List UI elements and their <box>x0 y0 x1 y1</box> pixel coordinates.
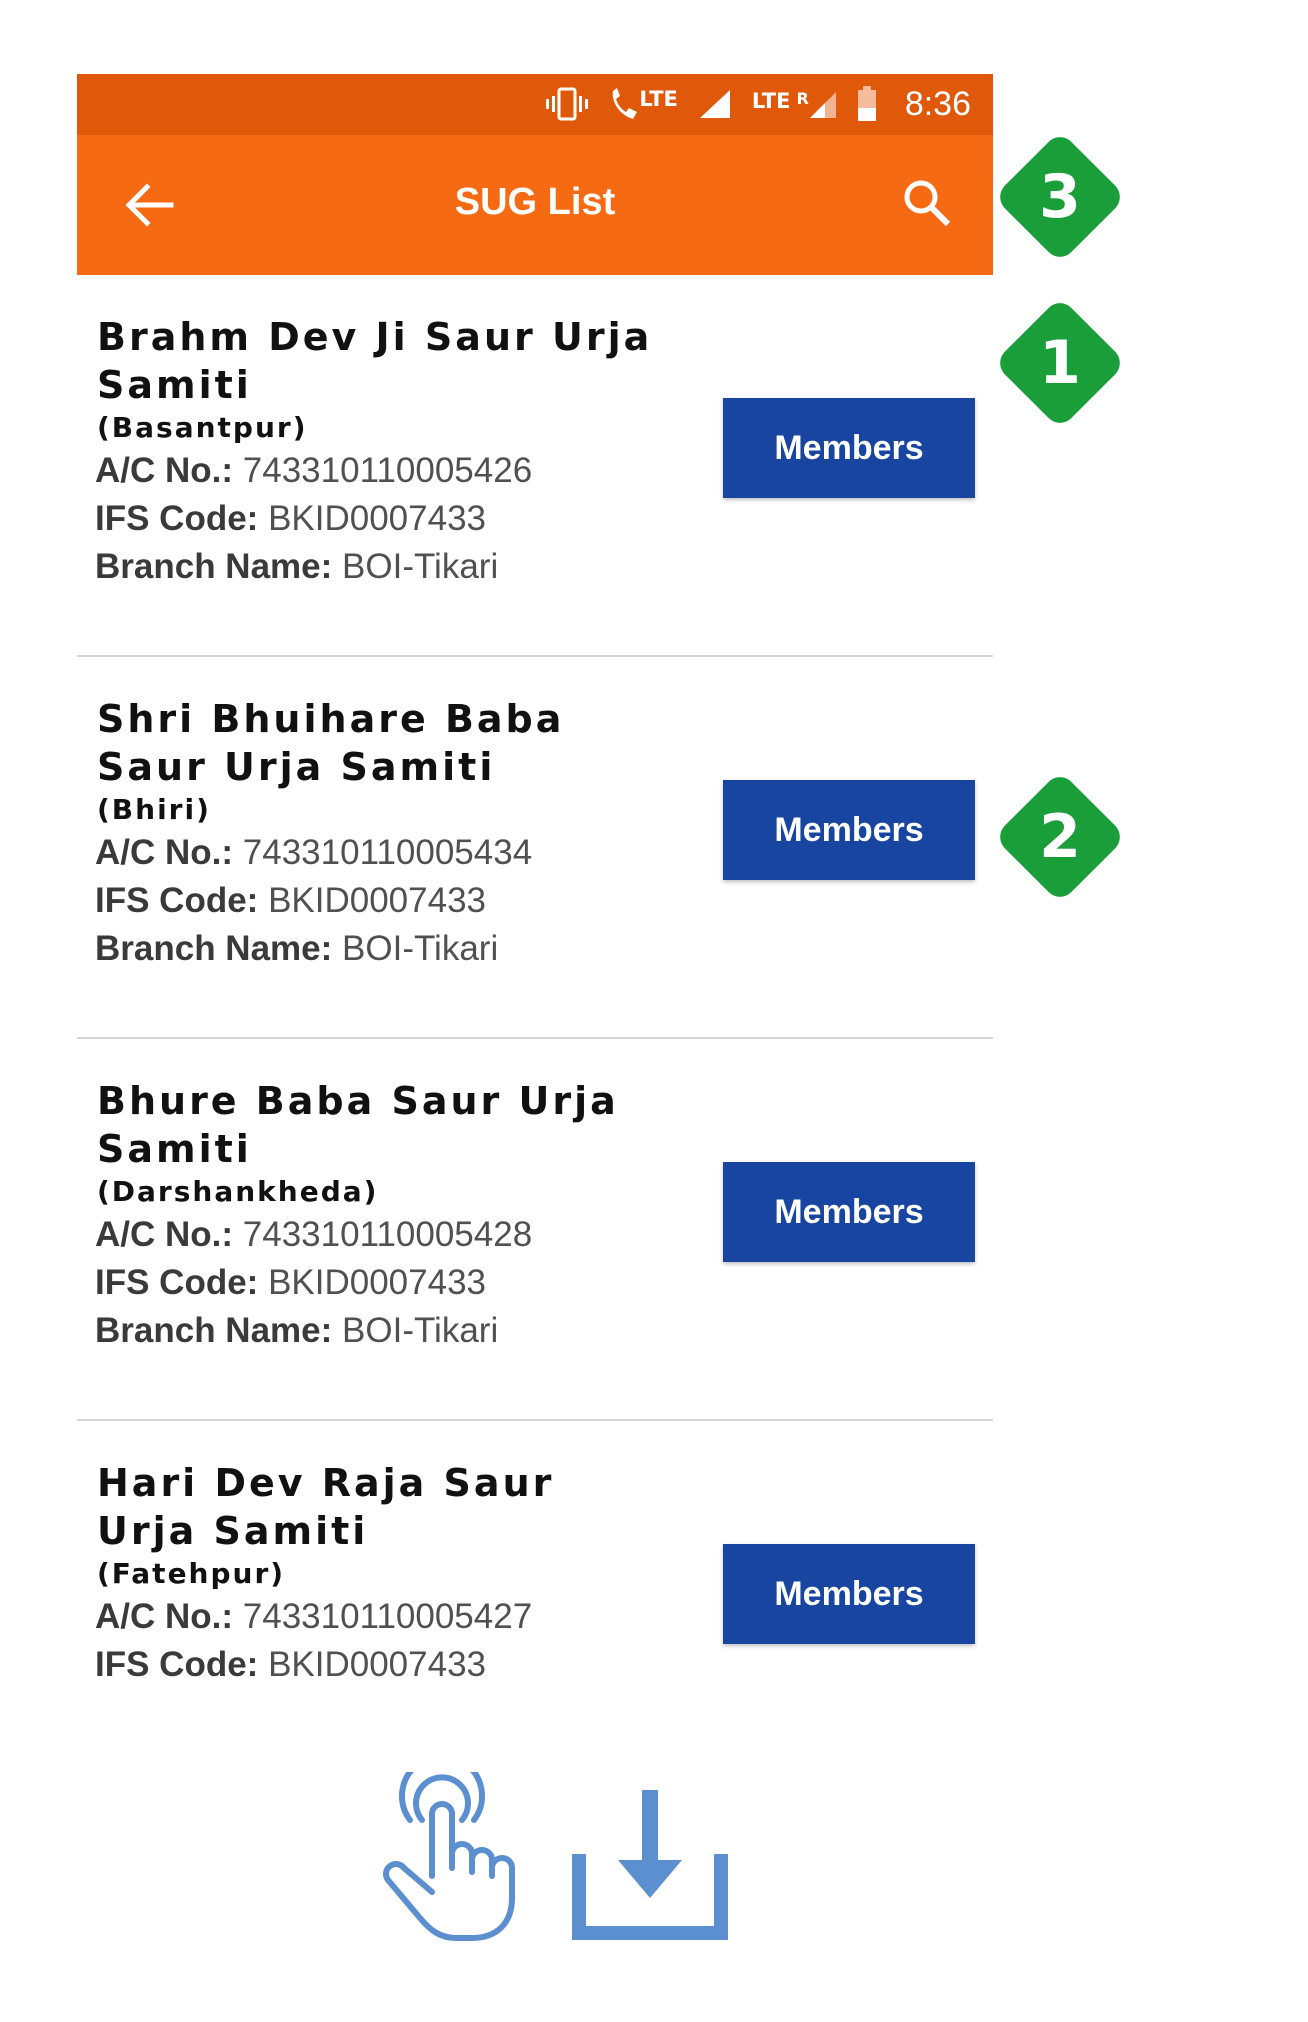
network-type-1: LTE <box>639 87 678 111</box>
branch-name: Branch Name: BOI-Tikari <box>95 547 499 586</box>
callout-badge-2: 2 <box>980 757 1140 917</box>
village-name: (Fatehpur) <box>97 1557 286 1590</box>
search-icon[interactable] <box>901 177 953 229</box>
list-item: Brahm Dev Ji Saur Urja Samiti (Basantpur… <box>77 275 993 657</box>
page-title: SUG List <box>454 181 616 223</box>
signal-roaming-icon: LTE R <box>752 89 837 119</box>
village-name: (Bhiri) <box>97 793 211 826</box>
members-button[interactable]: Members <box>723 1544 975 1644</box>
village-name: (Darshankheda) <box>97 1175 379 1208</box>
ifs-code: IFS Code: BKID0007433 <box>95 1263 487 1302</box>
touch-icon <box>383 1772 515 1941</box>
members-button[interactable]: Members <box>723 780 975 880</box>
ifs-code: IFS Code: BKID0007433 <box>95 499 487 538</box>
group-name: Brahm Dev Ji Saur Urja Samiti <box>97 315 653 407</box>
callout-badge-1: 1 <box>980 283 1140 443</box>
group-name: Bhure Baba Saur Urja Samiti <box>97 1079 619 1171</box>
download-icon[interactable] <box>572 1790 728 1940</box>
ifs-code: IFS Code: BKID0007433 <box>95 1645 487 1684</box>
volte-call-icon: LTE <box>609 87 678 121</box>
clock: 8:36 <box>904 84 971 123</box>
list-item: Shri Bhuihare Baba Saur Urja Samiti (Bhi… <box>77 657 993 1039</box>
status-bar: LTE LTE R 8:36 <box>77 74 993 135</box>
account-number: A/C No.: 743310110005426 <box>95 451 533 490</box>
signal-icon <box>699 90 730 118</box>
group-name: Shri Bhuihare Baba Saur Urja Samiti <box>97 697 565 789</box>
members-button[interactable]: Members <box>723 398 975 498</box>
members-button[interactable]: Members <box>723 1162 975 1262</box>
group-name: Hari Dev Raja Saur Urja Samiti <box>97 1461 555 1553</box>
network-type-2: LTE <box>751 89 791 113</box>
account-number: A/C No.: 743310110005434 <box>95 833 533 872</box>
account-number: A/C No.: 743310110005428 <box>95 1215 533 1254</box>
callout-badge-3: 3 <box>980 117 1140 277</box>
sug-list: Brahm Dev Ji Saur Urja Samiti (Basantpur… <box>77 275 993 1803</box>
roaming-indicator: R <box>796 89 809 108</box>
ifs-code: IFS Code: BKID0007433 <box>95 881 487 920</box>
branch-name: Branch Name: BOI-Tikari <box>95 1311 499 1350</box>
vibrate-icon <box>546 87 589 121</box>
village-name: (Basantpur) <box>97 411 308 444</box>
app-bar: SUG List <box>77 135 993 275</box>
list-item: Bhure Baba Saur Urja Samiti (Darshankhed… <box>77 1039 993 1421</box>
list-item: Hari Dev Raja Saur Urja Samiti (Fatehpur… <box>77 1421 993 1803</box>
branch-name: Branch Name: BOI-Tikari <box>95 929 499 968</box>
account-number: A/C No.: 743310110005427 <box>95 1597 533 1636</box>
battery-icon <box>857 86 876 121</box>
